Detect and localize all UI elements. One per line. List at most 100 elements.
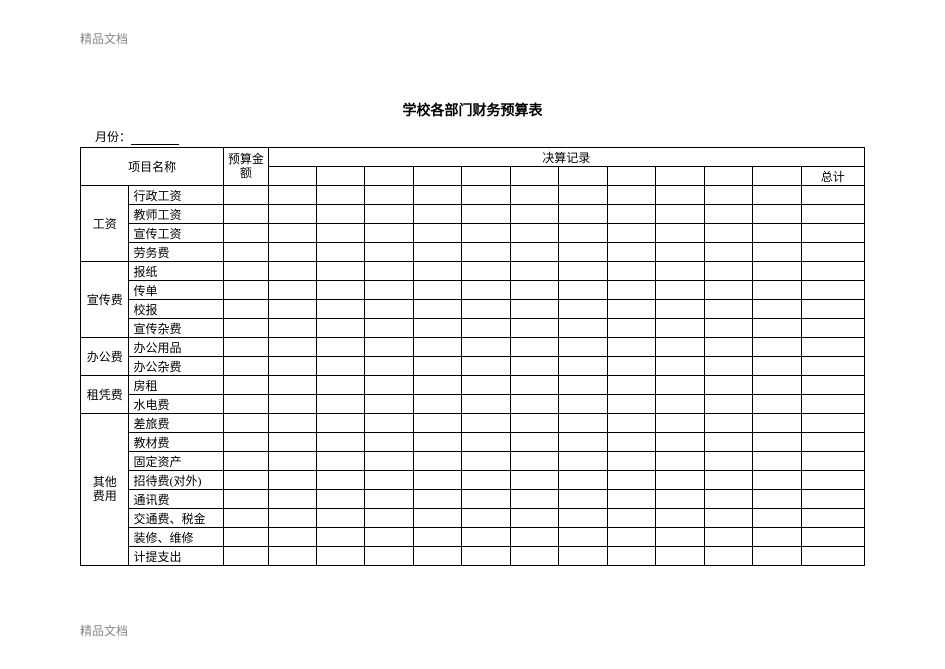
data-cell	[607, 433, 655, 452]
budget-table: 项目名称 预算金额 决算记录 总计 工资行政工资教师工资宣传工资劳务费宣传费报纸…	[80, 147, 865, 566]
data-cell	[753, 528, 801, 547]
item-cell: 传单	[129, 281, 224, 300]
data-cell	[559, 433, 607, 452]
data-cell	[753, 205, 801, 224]
data-cell	[656, 186, 704, 205]
data-cell	[801, 376, 865, 395]
data-cell	[510, 186, 558, 205]
data-cell	[704, 528, 752, 547]
data-cell	[753, 186, 801, 205]
table-row: 招待费(对外)	[81, 471, 865, 490]
data-cell	[656, 262, 704, 281]
table-row: 交通费、税金	[81, 509, 865, 528]
data-cell	[413, 262, 461, 281]
data-cell	[268, 395, 316, 414]
data-cell	[801, 471, 865, 490]
rec-col-2	[316, 167, 364, 186]
data-cell	[704, 490, 752, 509]
data-cell	[224, 528, 268, 547]
data-cell	[753, 471, 801, 490]
data-cell	[224, 414, 268, 433]
data-cell	[462, 528, 510, 547]
col-total: 总计	[801, 167, 865, 186]
data-cell	[510, 395, 558, 414]
category-cell: 租凭费	[81, 376, 129, 414]
data-cell	[801, 490, 865, 509]
data-cell	[704, 281, 752, 300]
data-cell	[316, 414, 364, 433]
data-cell	[365, 452, 413, 471]
data-cell	[607, 376, 655, 395]
data-cell	[559, 262, 607, 281]
data-cell	[801, 262, 865, 281]
rec-col-11	[753, 167, 801, 186]
data-cell	[704, 433, 752, 452]
item-cell: 教师工资	[129, 205, 224, 224]
data-cell	[268, 357, 316, 376]
category-cell: 宣传费	[81, 262, 129, 338]
data-cell	[801, 547, 865, 566]
data-cell	[607, 319, 655, 338]
data-cell	[753, 243, 801, 262]
data-cell	[316, 262, 364, 281]
data-cell	[801, 433, 865, 452]
item-cell: 差旅费	[129, 414, 224, 433]
data-cell	[365, 243, 413, 262]
data-cell	[753, 509, 801, 528]
data-cell	[510, 243, 558, 262]
rec-col-1	[268, 167, 316, 186]
data-cell	[413, 452, 461, 471]
data-cell	[801, 243, 865, 262]
table-row: 固定资产	[81, 452, 865, 471]
data-cell	[462, 300, 510, 319]
data-cell	[365, 547, 413, 566]
rec-col-8	[607, 167, 655, 186]
data-cell	[559, 300, 607, 319]
data-cell	[607, 528, 655, 547]
item-cell: 办公用品	[129, 338, 224, 357]
data-cell	[559, 319, 607, 338]
data-cell	[365, 338, 413, 357]
data-cell	[365, 300, 413, 319]
data-cell	[753, 357, 801, 376]
data-cell	[801, 452, 865, 471]
item-cell: 房租	[129, 376, 224, 395]
data-cell	[462, 186, 510, 205]
data-cell	[559, 205, 607, 224]
data-cell	[704, 395, 752, 414]
data-cell	[510, 205, 558, 224]
data-cell	[656, 376, 704, 395]
data-cell	[365, 490, 413, 509]
data-cell	[224, 338, 268, 357]
data-cell	[656, 224, 704, 243]
data-cell	[607, 357, 655, 376]
data-cell	[316, 509, 364, 528]
data-cell	[607, 281, 655, 300]
data-cell	[462, 414, 510, 433]
data-cell	[413, 471, 461, 490]
data-cell	[656, 547, 704, 566]
data-cell	[413, 490, 461, 509]
table-row: 水电费	[81, 395, 865, 414]
item-cell: 宣传杂费	[129, 319, 224, 338]
data-cell	[607, 547, 655, 566]
data-cell	[268, 186, 316, 205]
data-cell	[316, 376, 364, 395]
data-cell	[704, 376, 752, 395]
data-cell	[510, 357, 558, 376]
data-cell	[224, 262, 268, 281]
data-cell	[510, 224, 558, 243]
data-cell	[413, 338, 461, 357]
data-cell	[268, 205, 316, 224]
data-cell	[462, 243, 510, 262]
data-cell	[316, 433, 364, 452]
data-cell	[753, 338, 801, 357]
item-cell: 行政工资	[129, 186, 224, 205]
data-cell	[224, 205, 268, 224]
item-cell: 教材费	[129, 433, 224, 452]
data-cell	[462, 262, 510, 281]
table-row: 宣传杂费	[81, 319, 865, 338]
data-cell	[316, 528, 364, 547]
data-cell	[316, 243, 364, 262]
data-cell	[462, 338, 510, 357]
